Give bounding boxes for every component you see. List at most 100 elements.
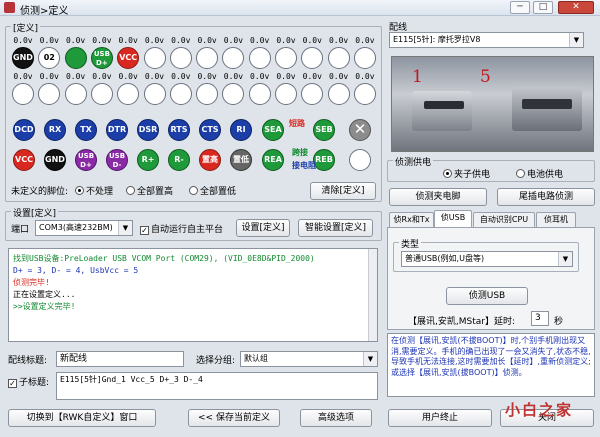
pin-13[interactable] — [327, 83, 350, 105]
func-pin-tx[interactable]: TX — [75, 119, 97, 141]
pin-14[interactable] — [353, 83, 376, 105]
func-pin-dtr[interactable]: DTR — [106, 119, 128, 141]
func-pin-seb[interactable]: SEB — [313, 119, 335, 141]
pin-13[interactable] — [327, 47, 350, 69]
tab-earphone[interactable]: 侦耳机 — [536, 212, 576, 227]
port-label: 端口 — [11, 225, 30, 235]
close-icon[interactable]: ✕ — [349, 119, 371, 141]
port-select[interactable]: COM3(高速232BM) ▼ — [35, 220, 133, 236]
tab-usb[interactable]: 侦USB — [434, 210, 472, 227]
pin-6[interactable] — [143, 47, 166, 69]
pin-11[interactable] — [275, 47, 297, 69]
pin-14[interactable] — [353, 47, 376, 69]
checkbox-icon: ✓ — [140, 226, 149, 235]
detect-usb-button[interactable]: 侦测USB — [446, 287, 528, 305]
pin-8[interactable] — [196, 83, 219, 105]
checkbox-icon: ✓ — [8, 379, 17, 388]
resistor-label: 接电阻 — [292, 161, 316, 170]
func-pin-dcd[interactable]: DCD — [13, 119, 35, 141]
voltage-label: 0.0v — [328, 72, 349, 81]
pin-10[interactable] — [248, 47, 271, 69]
app-icon — [4, 2, 15, 13]
log-scrollbar[interactable] — [368, 249, 377, 341]
func-pin-10[interactable]: REB — [313, 149, 335, 171]
pin-3[interactable] — [64, 47, 87, 69]
pin-1[interactable] — [12, 83, 34, 105]
save-define-button[interactable]: << 保存当前定义 — [188, 409, 280, 427]
smart-define-button[interactable]: 智能设置[定义] — [298, 219, 373, 237]
power-clip-option[interactable]: 夹子供电 — [443, 167, 490, 180]
func-pin-3[interactable]: USB D+ — [75, 149, 97, 171]
option-label: 全部置低 — [200, 187, 237, 197]
pin-8[interactable] — [196, 47, 219, 69]
group-select[interactable]: 默认组 ▼ — [240, 351, 378, 367]
func-pin-7[interactable]: 置高 — [199, 149, 221, 171]
wire-title-label: 配线标题: — [8, 356, 48, 366]
wiring-select[interactable]: E115[5针]: 摩托罗拉V8 ▼ — [389, 32, 584, 48]
func-pin-1[interactable]: VCC — [13, 149, 35, 171]
pin-7[interactable] — [169, 83, 192, 105]
short-label: 短路 — [289, 119, 305, 128]
func-pin-9[interactable]: REA — [262, 149, 284, 171]
func-pin-5[interactable]: R+ — [137, 149, 159, 171]
usb-type-select[interactable]: 普通USB(例如,U盘等) ▼ — [401, 251, 573, 267]
user-stop-button[interactable]: 用户终止 — [388, 409, 492, 427]
option-no-action[interactable]: 不处理 — [75, 184, 113, 197]
power-battery-option[interactable]: 电池供电 — [516, 167, 563, 180]
option-all-low[interactable]: 全部置低 — [189, 184, 236, 197]
log-line: 找到USB设备:PreLoader USB VCOM Port (COM29),… — [13, 254, 315, 263]
func-pin-dsr[interactable]: DSR — [137, 119, 159, 141]
option-label: 不处理 — [86, 187, 114, 197]
voltage-label: 0.0v — [39, 72, 59, 81]
func-pin-rx[interactable]: RX — [44, 119, 66, 141]
detect-clip-pin-button[interactable]: 侦测夹电脚 — [389, 188, 487, 206]
log-output[interactable]: 找到USB设备:PreLoader USB VCOM Port (COM29),… — [8, 248, 378, 342]
connector-port — [424, 101, 464, 109]
pin-1[interactable]: GND — [12, 47, 34, 69]
pin-6[interactable] — [143, 83, 166, 105]
empty-pin[interactable] — [349, 149, 371, 171]
subtitle-checkbox[interactable]: ✓ 子标题: — [8, 375, 49, 388]
pin-4[interactable] — [90, 83, 113, 105]
tail-circuit-detect-button[interactable]: 尾插电路侦测 — [497, 188, 595, 206]
usb-type-value: 普通USB(例如,U盘等) — [405, 254, 485, 263]
set-define-button[interactable]: 设置[定义] — [236, 219, 290, 237]
voltage-label: 0.0v — [250, 36, 270, 45]
auto-run-checkbox[interactable]: ✓ 自动运行自主平台 — [140, 222, 223, 235]
radio-icon — [516, 169, 525, 178]
log-line: >>设置定义完毕! — [13, 302, 76, 311]
pin-3[interactable] — [64, 83, 87, 105]
pin-7[interactable] — [169, 47, 192, 69]
connector-port — [522, 99, 572, 109]
func-pin-2[interactable]: GND — [44, 149, 66, 171]
chevron-down-icon: ▼ — [569, 33, 583, 47]
func-pin-rts[interactable]: RTS — [168, 119, 190, 141]
voltage-label: 0.0v — [171, 72, 191, 81]
pin-11[interactable] — [275, 83, 297, 105]
voltage-label: 0.0v — [13, 72, 33, 81]
log-line: D+ = 3, D- = 4, UsbVcc = 5 — [13, 266, 139, 275]
wire-title-input[interactable]: 新配线 — [56, 351, 184, 367]
func-pin-cts[interactable]: CTS — [199, 119, 221, 141]
tab-rx-tx[interactable]: 侦Rx和Tx — [389, 212, 434, 227]
voltage-label: 0.0v — [276, 72, 296, 81]
pin-10[interactable] — [248, 83, 271, 105]
maximize-button[interactable]: □ — [533, 1, 553, 14]
func-pin-ri[interactable]: RI — [230, 119, 252, 141]
pin-4[interactable]: USB D+ — [90, 47, 113, 69]
func-pin-8[interactable]: 置低 — [230, 149, 252, 171]
option-all-high[interactable]: 全部置高 — [126, 184, 173, 197]
func-pin-sea[interactable]: SEA — [262, 119, 284, 141]
close-window-button[interactable]: ✕ — [558, 1, 594, 14]
tab-auto-cpu[interactable]: 自动识别CPU — [473, 212, 535, 227]
advanced-options-button[interactable]: 高级选项 — [300, 409, 372, 427]
minimize-button[interactable]: ─ — [510, 1, 530, 14]
delay-unit: 秒 — [554, 317, 564, 327]
func-pin-6[interactable]: R- — [168, 149, 190, 171]
clear-define-button[interactable]: 清除[定义] — [310, 182, 376, 200]
delay-input[interactable]: 3 — [531, 311, 549, 326]
voltage-label: 0.0v — [355, 36, 375, 45]
switch-window-button[interactable]: 切换到【RWK自定义】窗口 — [8, 409, 156, 427]
func-pin-4[interactable]: USB D- — [106, 149, 128, 171]
subtitle-input[interactable]: E115[5针]Gnd_1 Vcc_5 D+_3 D-_4 — [56, 372, 378, 400]
